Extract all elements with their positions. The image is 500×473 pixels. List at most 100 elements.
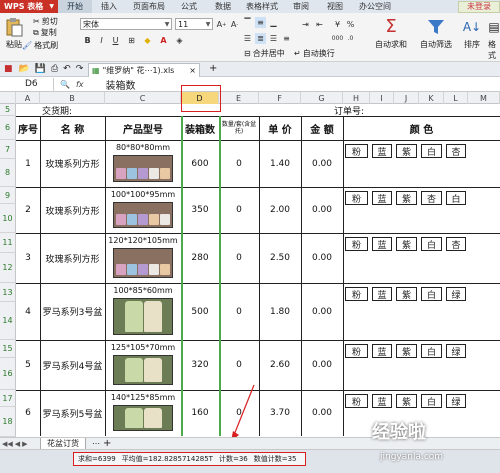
wps-small-icon[interactable]: ■ [4, 64, 13, 74]
border-icon[interactable]: ⊞ [126, 35, 137, 46]
item-amount[interactable]: 0.00 [301, 140, 343, 187]
color-option[interactable]: 杏 [446, 237, 466, 251]
color-option[interactable]: 白 [421, 287, 442, 301]
font-color-icon[interactable]: A [158, 35, 169, 46]
row-header-8[interactable]: 8 [0, 159, 16, 187]
row-header-14[interactable]: 14 [0, 302, 16, 340]
row-header-10[interactable]: 10 [0, 204, 16, 233]
item-name[interactable]: 玫瑰系列方形 [40, 233, 105, 283]
color-option[interactable]: 杏 [446, 144, 466, 158]
column-header-i[interactable]: I [370, 92, 394, 104]
shrink-font-button[interactable]: A- [229, 19, 240, 30]
item-qty[interactable]: 160 [181, 390, 219, 436]
row-header-13[interactable]: 13 [0, 283, 16, 302]
color-option[interactable]: 白 [421, 394, 442, 408]
align-left-icon[interactable]: ☰ [242, 33, 253, 44]
column-header-b[interactable]: B [40, 92, 105, 104]
color-option[interactable]: 绿 [446, 344, 466, 358]
item-name[interactable]: 罗马系列4号盆 [40, 340, 105, 390]
column-header-e[interactable]: E [219, 92, 259, 104]
color-option[interactable]: 粉 [345, 344, 368, 358]
first-sheet-icon[interactable]: ◀◀ [2, 440, 13, 448]
item-name[interactable]: 玫瑰系列方形 [40, 140, 105, 187]
item-qty[interactable]: 500 [181, 283, 219, 340]
color-option[interactable]: 蓝 [372, 237, 392, 251]
select-all-corner[interactable] [0, 92, 16, 104]
underline-button[interactable]: U [110, 35, 121, 46]
row-header-9[interactable]: 9 [0, 187, 16, 204]
item-qty[interactable]: 600 [181, 140, 219, 187]
column-header-f[interactable]: F [259, 92, 301, 104]
color-option[interactable]: 紫 [396, 394, 417, 408]
formula-input[interactable]: 装箱数 [106, 77, 136, 92]
item-seq[interactable]: 1 [16, 140, 40, 187]
color-option[interactable]: 绿 [446, 394, 466, 408]
item-seq[interactable]: 3 [16, 233, 40, 283]
font-name-select[interactable]: 宋体 ▼ [80, 18, 172, 30]
menu-table-style[interactable]: 表格样式 [240, 0, 284, 13]
currency-button[interactable]: ¥ [332, 19, 343, 30]
row-header-6[interactable]: 6 [0, 116, 16, 140]
item-seq[interactable]: 2 [16, 187, 40, 233]
color-option[interactable]: 白 [446, 191, 466, 205]
next-sheet-icon[interactable]: ▶ [22, 440, 27, 448]
color-option[interactable]: 紫 [396, 344, 417, 358]
color-option[interactable]: 粉 [345, 237, 368, 251]
color-option[interactable]: 蓝 [372, 191, 392, 205]
align-middle-icon[interactable]: ≡ [255, 17, 266, 28]
percent-button[interactable]: % [345, 19, 356, 30]
color-option[interactable]: 粉 [345, 191, 368, 205]
undo-icon[interactable]: ↶ [63, 64, 71, 74]
name-box[interactable]: D6 [0, 77, 54, 91]
font-size-select[interactable]: 11 ▼ [175, 18, 213, 30]
zoom-icon[interactable]: 🔍 [60, 80, 70, 89]
item-price[interactable]: 1.80 [259, 283, 301, 340]
column-header-l[interactable]: L [444, 92, 468, 104]
outdent-icon[interactable]: ⇤ [314, 19, 325, 30]
autosum-button[interactable]: Σ 自动求和 [375, 17, 407, 50]
save-icon[interactable]: 💾 [35, 64, 46, 74]
color-option[interactable]: 白 [421, 237, 442, 251]
color-option[interactable]: 白 [421, 144, 442, 158]
column-header-g[interactable]: G [301, 92, 343, 104]
menu-view[interactable]: 视图 [318, 0, 352, 13]
row-header-5[interactable]: 5 [0, 104, 16, 116]
color-option[interactable]: 蓝 [372, 144, 392, 158]
menu-home[interactable]: 开始 [58, 0, 92, 13]
format-painter-button[interactable]: 🖌 格式刷 [22, 40, 58, 51]
item-amount[interactable]: 0.00 [301, 283, 343, 340]
prev-sheet-icon[interactable]: ◀ [15, 440, 20, 448]
italic-button[interactable]: I [96, 35, 107, 46]
format-button[interactable]: ▤ 格式 [488, 17, 500, 61]
color-option[interactable]: 蓝 [372, 394, 392, 408]
item-price[interactable]: 2.60 [259, 340, 301, 390]
close-tab-icon[interactable]: × [189, 66, 196, 75]
color-option[interactable]: 蓝 [372, 287, 392, 301]
row-header-18[interactable]: 18 [0, 407, 16, 437]
wps-logo-menu[interactable]: WPS 表格 ▼ [0, 0, 58, 13]
indent-icon[interactable]: ⇥ [300, 19, 311, 30]
color-option[interactable]: 紫 [396, 237, 417, 251]
item-pack-qty[interactable]: 0 [219, 187, 259, 233]
cut-button[interactable]: ✂ 剪切 [33, 16, 58, 27]
row-header-15[interactable]: 15 [0, 340, 16, 358]
spreadsheet-grid[interactable]: 交货期: 订单号: 序号 名 称 产品型号 装箱数 数量/套(含盆托) 单 价 … [16, 104, 500, 436]
menu-data[interactable]: 数据 [206, 0, 240, 13]
header-qty[interactable]: 装箱数 [181, 116, 219, 140]
fx-icon[interactable]: fx [76, 80, 84, 89]
color-option[interactable]: 粉 [345, 394, 368, 408]
add-sheet-icon[interactable]: + [103, 438, 111, 449]
thousands-button[interactable]: 000 [332, 33, 343, 44]
menu-formula[interactable]: 公式 [172, 0, 206, 13]
redo-icon[interactable]: ↷ [76, 64, 84, 74]
row-header-16[interactable]: 16 [0, 358, 16, 390]
item-name[interactable]: 玫瑰系列方形 [40, 187, 105, 233]
color-option[interactable]: 白 [421, 344, 442, 358]
print-icon[interactable]: ⎙ [51, 64, 58, 74]
open-icon[interactable]: 📂 [19, 64, 30, 74]
item-qty[interactable]: 320 [181, 340, 219, 390]
item-price[interactable]: 3.70 [259, 390, 301, 436]
color-option[interactable]: 紫 [396, 287, 417, 301]
align-center-icon[interactable]: ≣ [255, 33, 266, 44]
item-seq[interactable]: 4 [16, 283, 40, 340]
